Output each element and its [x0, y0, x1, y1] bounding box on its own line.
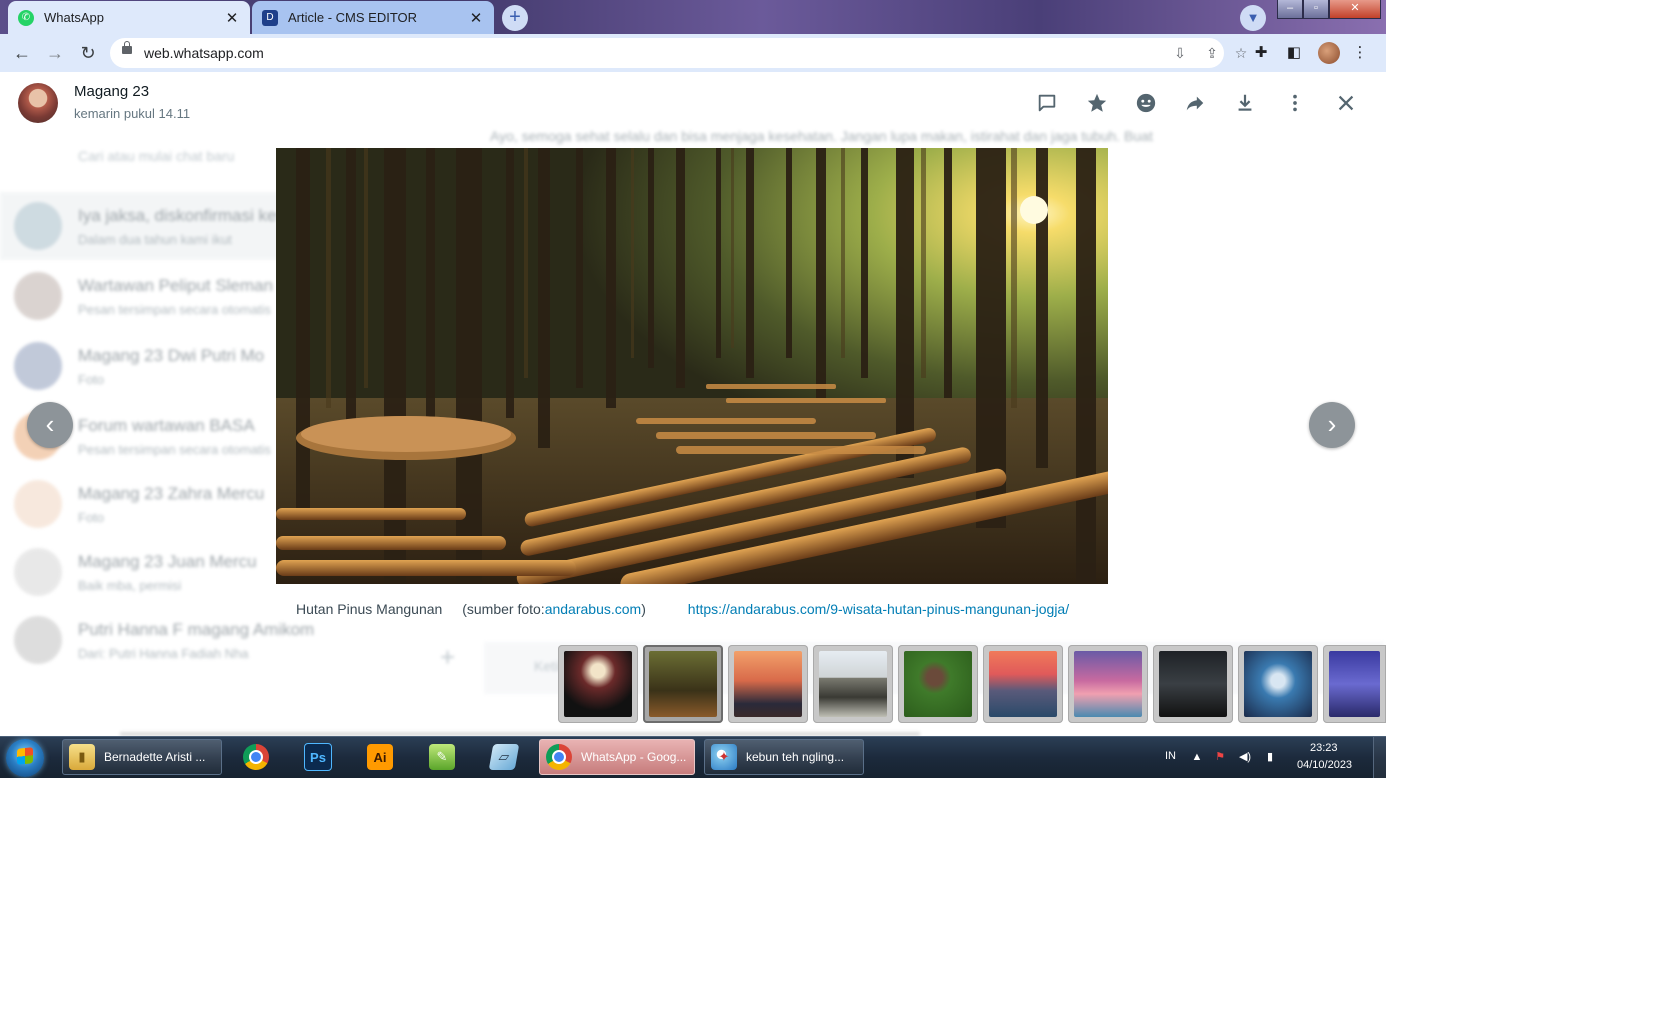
caption-source-prefix: (sumber foto: — [462, 601, 545, 617]
browser-tabbar: ✆ WhatsApp ✕ D Article - CMS EDITOR ✕ + … — [0, 0, 1386, 34]
caption-title: Hutan Pinus Mangunan — [296, 601, 443, 617]
window-maximize-button[interactable]: ▫ — [1303, 0, 1329, 19]
pine-forest-illustration — [276, 148, 1108, 584]
caption-source-link[interactable]: andarabus.com — [545, 601, 642, 617]
network-signal-icon[interactable]: ▮ — [1262, 749, 1278, 765]
thumbnail-white-gate-building[interactable] — [813, 645, 893, 723]
forward-arrow-icon[interactable]: → — [43, 41, 67, 65]
language-indicator[interactable]: IN — [1165, 750, 1176, 762]
address-bar[interactable]: web.whatsapp.com ⇩ ⇪ ☆ — [110, 38, 1247, 68]
sender-time: kemarin pukul 14.11 — [74, 106, 191, 121]
thumbnail-sunset-beach[interactable] — [728, 645, 808, 723]
menu-icon[interactable] — [1282, 90, 1308, 116]
taskbar-item-chrome[interactable] — [236, 739, 276, 775]
download-icon[interactable] — [1232, 90, 1258, 116]
extensions-icon[interactable]: ✚ — [1250, 42, 1272, 64]
cms-icon: D — [262, 9, 278, 26]
thumbnail-stage-crowd[interactable] — [1323, 645, 1386, 723]
windows-logo-icon — [17, 747, 33, 765]
media-viewer: Magang 23 kemarin pukul 14.11 ‹ › Hutan … — [0, 72, 1386, 736]
taskbar-label: WhatsApp - Goog... — [581, 750, 687, 764]
tab-title: Article - CMS EDITOR — [288, 10, 418, 25]
clock-date[interactable]: 04/10/2023 — [1297, 759, 1352, 771]
url-text: web.whatsapp.com — [144, 45, 264, 61]
browser-toolbar: ← → ↻ web.whatsapp.com ⇩ ⇪ ☆ ✚ ◧ ⋮ — [0, 34, 1386, 72]
taskbar-label: Bernadette Aristi ... — [104, 750, 206, 764]
chrome-icon — [243, 744, 269, 770]
window-minimize-button[interactable]: – — [1277, 0, 1303, 19]
sender-avatar[interactable] — [18, 83, 58, 123]
share-icon[interactable]: ⇪ — [1203, 44, 1221, 62]
close-icon[interactable] — [1333, 90, 1359, 116]
illustrator-icon: Ai — [367, 744, 393, 770]
viewer-header: Magang 23 kemarin pukul 14.11 — [0, 72, 1386, 132]
previous-media-button[interactable]: ‹ — [27, 402, 73, 448]
thumbnail-fantasy-character[interactable] — [1238, 645, 1318, 723]
thumbnail-strip — [558, 645, 1386, 725]
caption-source-suffix: ) — [641, 601, 646, 617]
sender-name[interactable]: Magang 23 — [74, 83, 149, 100]
thumbnail-pine-forest[interactable] — [643, 645, 723, 723]
paint-icon: ✦ — [711, 744, 737, 770]
start-button[interactable] — [6, 739, 44, 777]
bookmark-star-icon[interactable]: ☆ — [1232, 44, 1250, 62]
back-arrow-icon[interactable]: ← — [10, 41, 34, 65]
taskbar-item-paint[interactable]: ✦ kebun teh ngling... — [704, 739, 864, 775]
thumbnail-concert-stage[interactable] — [558, 645, 638, 723]
action-center-icon[interactable]: ⚑ — [1212, 749, 1228, 765]
side-panel-icon[interactable]: ◧ — [1283, 42, 1305, 64]
folder-icon: ▮ — [69, 744, 95, 770]
go-to-message-icon[interactable] — [1034, 90, 1060, 116]
taskbar-item-photoshop[interactable]: Ps — [298, 739, 338, 775]
window-close-button[interactable]: ✕ — [1329, 0, 1381, 19]
taskbar-item-whatsapp-chrome[interactable]: WhatsApp - Goog... — [539, 739, 695, 775]
emoji-icon[interactable] — [1133, 90, 1159, 116]
close-tab-icon[interactable]: ✕ — [468, 9, 484, 27]
taskbar-item-illustrator[interactable]: Ai — [360, 739, 400, 775]
browser-menu-icon[interactable]: ⋮ — [1349, 42, 1371, 64]
volume-icon[interactable]: ◀) — [1237, 749, 1253, 765]
thumbnail-mountain-viewpoint[interactable] — [983, 645, 1063, 723]
taskbar-item-notes[interactable]: ▱ — [484, 739, 524, 775]
tray-expand-icon[interactable]: ▲ — [1189, 749, 1205, 765]
media-caption: Hutan Pinus Mangunan (sumber foto:andara… — [296, 601, 1069, 617]
tab-cms-editor[interactable]: D Article - CMS EDITOR ✕ — [252, 1, 494, 34]
lock-icon — [122, 41, 132, 54]
thumbnail-tea-garden[interactable] — [898, 645, 978, 723]
whatsapp-icon: ✆ — [18, 9, 34, 26]
profile-avatar[interactable] — [1318, 42, 1340, 64]
photoshop-icon: Ps — [304, 743, 332, 771]
reload-icon[interactable]: ↻ — [76, 41, 100, 65]
windows-taskbar: ▮ Bernadette Aristi ... Ps Ai ✎ ▱ WhatsA… — [0, 736, 1386, 778]
forward-icon[interactable] — [1182, 90, 1208, 116]
thumbnail-movie-poster[interactable] — [1153, 645, 1233, 723]
star-icon[interactable] — [1084, 90, 1110, 116]
tab-whatsapp[interactable]: ✆ WhatsApp ✕ — [8, 1, 250, 34]
thumbnail-pink-beach-palms[interactable] — [1068, 645, 1148, 723]
new-tab-button[interactable]: + — [502, 5, 528, 31]
screen: ✆ WhatsApp ✕ D Article - CMS EDITOR ✕ + … — [0, 0, 1386, 778]
taskbar-label: kebun teh ngling... — [746, 750, 845, 764]
coreldraw-icon: ✎ — [429, 744, 455, 770]
tab-title: WhatsApp — [44, 10, 104, 25]
notes-icon: ▱ — [488, 744, 520, 770]
taskbar-item-coreldraw[interactable]: ✎ — [422, 739, 462, 775]
install-app-icon[interactable]: ⇩ — [1171, 44, 1189, 62]
close-tab-icon[interactable]: ✕ — [224, 9, 240, 27]
taskbar-item-folder[interactable]: ▮ Bernadette Aristi ... — [62, 739, 222, 775]
chrome-icon — [546, 744, 572, 770]
caption-url-link[interactable]: https://andarabus.com/9-wisata-hutan-pin… — [688, 601, 1069, 617]
tab-search-icon[interactable]: ▼ — [1240, 5, 1266, 31]
next-media-button[interactable]: › — [1309, 402, 1355, 448]
main-photo-pine-forest[interactable] — [276, 148, 1108, 584]
show-desktop-button[interactable] — [1373, 737, 1386, 778]
